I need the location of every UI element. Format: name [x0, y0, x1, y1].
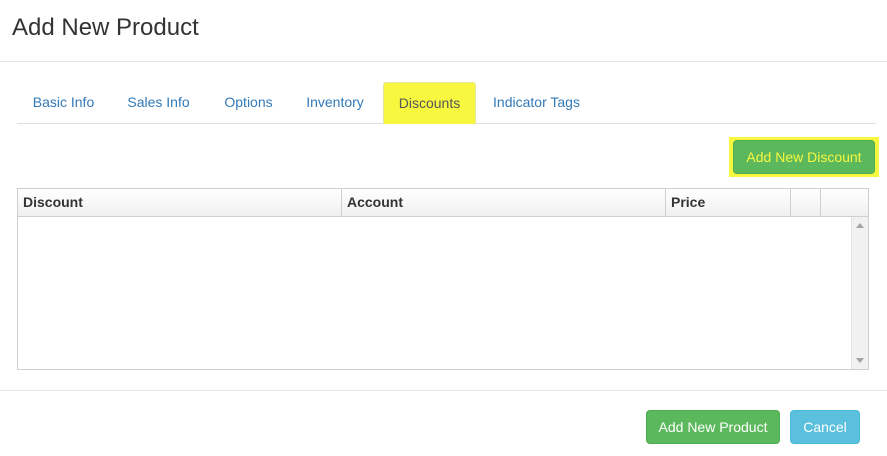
tab-inventory[interactable]: Inventory	[295, 82, 375, 123]
add-product-modal: Add New Product Basic Info Sales Info Op…	[0, 0, 887, 456]
add-new-discount-button[interactable]: Add New Discount	[733, 140, 875, 174]
column-header-edit	[791, 189, 821, 216]
tab-indicator-tags[interactable]: Indicator Tags	[483, 82, 590, 123]
chevron-down-icon[interactable]	[856, 358, 864, 363]
column-header-price[interactable]: Price	[666, 189, 791, 216]
modal-footer: Add New Product Cancel	[0, 390, 887, 456]
tab-options[interactable]: Options	[211, 82, 286, 123]
column-header-discount[interactable]: Discount	[18, 189, 342, 216]
add-new-product-button[interactable]: Add New Product	[646, 410, 780, 444]
modal-title: Add New Product	[12, 14, 199, 41]
product-tabs: Basic Info Sales Info Options Inventory …	[17, 82, 876, 124]
column-header-account[interactable]: Account	[342, 189, 666, 216]
tab-discounts[interactable]: Discounts	[383, 82, 476, 124]
add-discount-highlight: Add New Discount	[729, 137, 879, 177]
tab-basic-info[interactable]: Basic Info	[17, 82, 110, 123]
tab-sales-info[interactable]: Sales Info	[113, 82, 204, 123]
chevron-up-icon[interactable]	[856, 223, 864, 228]
cancel-button[interactable]: Cancel	[790, 410, 860, 444]
discounts-grid: Discount Account Price	[17, 188, 869, 370]
grid-scrollbar[interactable]	[851, 217, 868, 369]
modal-header: Add New Product	[0, 0, 887, 62]
grid-body	[18, 217, 868, 369]
grid-header: Discount Account Price	[18, 189, 868, 217]
column-header-delete	[821, 189, 868, 216]
